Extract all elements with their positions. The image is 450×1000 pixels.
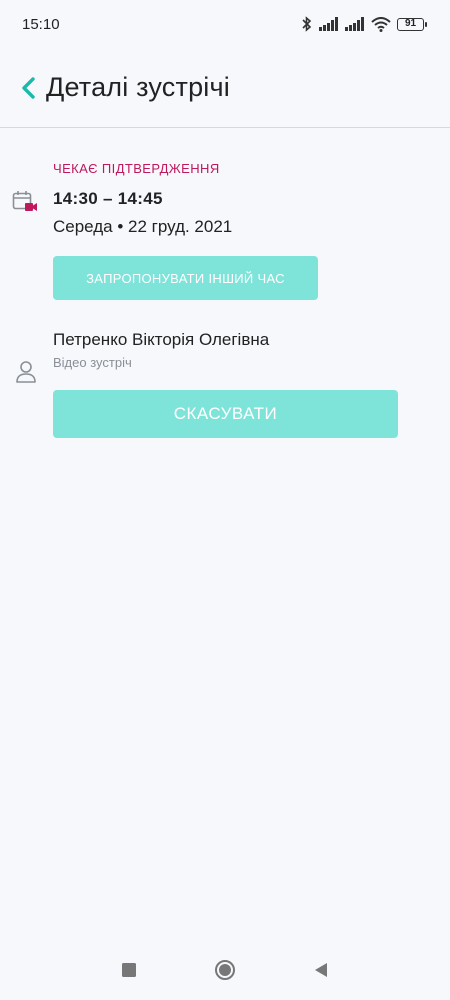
- appointment-details: Чекає підтвердження 14:30 – 14:45 Середа…: [0, 128, 450, 438]
- recents-square-icon: [122, 963, 136, 977]
- page-title: Деталі зустрічі: [46, 72, 230, 102]
- appointment-section: Чекає підтвердження 14:30 – 14:45 Середа…: [0, 160, 450, 300]
- participant-section: Петренко Вікторія Олегівна Відео зустріч…: [0, 330, 450, 438]
- bluetooth-icon: [302, 16, 312, 32]
- app-header: Деталі зустрічі: [0, 48, 450, 128]
- appointment-status: Чекає підтвердження: [53, 161, 220, 176]
- battery-icon: 91: [397, 17, 427, 31]
- home-button[interactable]: [214, 959, 236, 981]
- back-button[interactable]: [14, 68, 42, 108]
- signal-icon: [345, 17, 364, 31]
- cancel-button[interactable]: СКАСУВАТИ: [53, 390, 398, 438]
- status-icons: 91: [301, 16, 427, 32]
- recents-button[interactable]: [122, 963, 136, 977]
- system-nav-bar: [0, 940, 450, 1000]
- system-back-button[interactable]: [314, 962, 328, 978]
- signal-icon: [319, 17, 338, 31]
- battery-level: 91: [404, 17, 417, 29]
- calendar-video-icon: [12, 191, 37, 211]
- meeting-type: Відео зустріч: [53, 355, 132, 370]
- status-bar: 15:10 91: [0, 0, 450, 48]
- appointment-time: 14:30 – 14:45: [53, 189, 163, 208]
- appointment-date: Середа • 22 груд. 2021: [53, 217, 233, 236]
- home-circle-icon: [215, 960, 235, 980]
- chevron-left-icon: [22, 76, 35, 99]
- propose-other-time-button[interactable]: Запропонувати інший час: [53, 256, 318, 300]
- status-time: 15:10: [22, 15, 60, 33]
- participant-name: Петренко Вікторія Олегівна: [53, 330, 270, 349]
- person-icon: [16, 361, 36, 383]
- wifi-icon: [371, 16, 391, 32]
- back-triangle-icon: [315, 963, 327, 977]
